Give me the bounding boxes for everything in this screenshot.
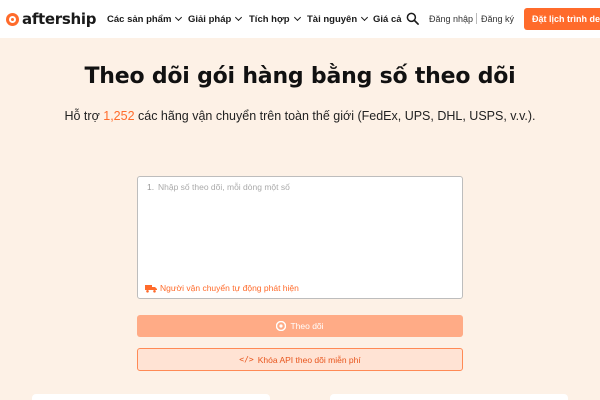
nav-resources[interactable]: Tài nguyên xyxy=(307,13,369,25)
nav-pricing[interactable]: Giá cả xyxy=(373,14,402,25)
nav-integrations[interactable]: Tích hợp xyxy=(249,13,301,25)
signup-link[interactable]: Đăng ký xyxy=(481,14,514,24)
page-subtitle: Hỗ trợ 1,252 các hãng vận chuyển trên to… xyxy=(0,109,600,123)
chevron-down-icon xyxy=(361,13,369,22)
aftership-logo-icon xyxy=(276,321,287,331)
search-icon[interactable] xyxy=(406,12,419,25)
textarea-placeholder: Nhập số theo dõi, mỗi dòng một số xyxy=(158,182,290,192)
track-button[interactable]: Theo dõi xyxy=(137,315,463,337)
free-api-key-button[interactable]: </> Khóa API theo dõi miễn phí xyxy=(137,348,463,371)
chevron-down-icon xyxy=(293,13,301,22)
bottom-card-left xyxy=(32,394,270,400)
brand-logo[interactable]: aftership xyxy=(6,10,96,28)
chevron-down-icon xyxy=(235,13,243,22)
nav-pricing-label: Giá cả xyxy=(373,13,402,25)
page-title: Theo dõi gói hàng bằng số theo dõi xyxy=(84,64,516,89)
tracking-numbers-textarea[interactable]: 1. Nhập số theo dõi, mỗi dòng một số Ngư… xyxy=(137,176,463,299)
nav-products[interactable]: Các sản phẩm xyxy=(107,13,183,25)
auto-detect-label: Người vận chuyển tự động phát hiện xyxy=(160,283,299,293)
subtitle-suffix: các hãng vận chuyển trên toàn thế giới (… xyxy=(134,109,536,123)
nav-integrations-label: Tích hợp xyxy=(249,13,290,25)
nav-solutions-label: Giải pháp xyxy=(188,13,232,25)
login-link[interactable]: Đăng nhập xyxy=(429,14,473,24)
brand-name: aftership xyxy=(22,10,97,28)
divider xyxy=(476,13,477,24)
book-demo-button[interactable]: Đặt lịch trình demo xyxy=(524,8,600,30)
top-nav-bar: aftership Các sản phẩm Giải pháp Tích hợ… xyxy=(0,0,600,38)
auto-detect-carrier[interactable]: Người vận chuyển tự động phát hiện xyxy=(145,283,299,293)
aftership-logo-icon xyxy=(6,12,19,26)
nav-solutions[interactable]: Giải pháp xyxy=(188,13,243,25)
bottom-card-right xyxy=(330,394,568,400)
api-button-label: Khóa API theo dõi miễn phí xyxy=(257,354,361,365)
truck-icon xyxy=(145,284,157,293)
chevron-down-icon xyxy=(175,13,183,22)
nav-resources-label: Tài nguyên xyxy=(307,13,358,25)
code-icon: </> xyxy=(239,355,254,364)
nav-products-label: Các sản phẩm xyxy=(107,13,172,25)
line-number: 1. xyxy=(147,182,155,192)
subtitle-prefix: Hỗ trợ xyxy=(64,109,104,123)
carrier-count: 1,252 xyxy=(103,109,135,123)
track-button-label: Theo dõi xyxy=(290,321,324,331)
